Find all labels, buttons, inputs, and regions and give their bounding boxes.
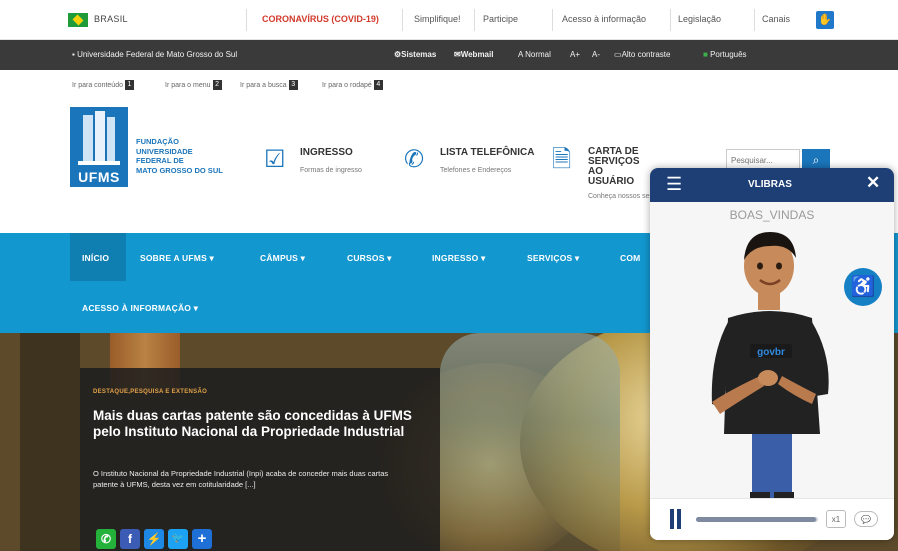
check-document-icon: ☑ bbox=[264, 146, 286, 173]
vlibras-header: ☰ VLIBRAS ✕ bbox=[650, 168, 894, 202]
font-normal-button[interactable]: A Normal bbox=[518, 50, 551, 59]
simplifique-link[interactable]: Simplifique! bbox=[414, 14, 461, 24]
nav-item-sobre[interactable]: SOBRE A UFMS ▾ bbox=[140, 253, 214, 264]
divider bbox=[474, 9, 475, 31]
speed-button[interactable]: x1 bbox=[826, 510, 846, 528]
high-contrast-button[interactable]: ▭Alto contraste bbox=[614, 50, 670, 59]
logo-acronym: UFMS bbox=[78, 169, 120, 185]
nav-item-comunicacao[interactable]: COM bbox=[620, 253, 640, 263]
vlibras-widget: ☰ VLIBRAS ✕ BOAS_VINDAS govbr ♿ x1 💬 bbox=[650, 168, 894, 540]
language-select[interactable]: ■ Português bbox=[703, 50, 747, 59]
nav-item-cursos[interactable]: CURSOS ▾ bbox=[347, 253, 392, 264]
phone-icon: ✆ bbox=[404, 146, 425, 173]
background-shape bbox=[440, 333, 620, 551]
divider bbox=[246, 9, 247, 31]
sistemas-link[interactable]: ⚙Sistemas bbox=[394, 50, 436, 59]
divider bbox=[402, 9, 403, 31]
nav-item-acesso-informacao[interactable]: ACESSO À INFORMAÇÃO ▾ bbox=[82, 303, 198, 314]
skip-link-content[interactable]: Ir para conteúdo 1 bbox=[72, 80, 134, 90]
logo-tower bbox=[107, 117, 115, 163]
document-icon: 🗎 bbox=[552, 146, 572, 173]
page: BRASIL CORONAVÍRUS (COVID-19) Simplifiqu… bbox=[0, 0, 898, 551]
background-shape bbox=[20, 333, 80, 551]
avatar-shirt-text: govbr bbox=[757, 347, 785, 358]
news-category[interactable]: DESTAQUE,PESQUISA E EXTENSÃO bbox=[93, 389, 207, 395]
sign-gloss-text: BOAS_VINDAS bbox=[729, 208, 815, 222]
close-icon[interactable]: ✕ bbox=[866, 174, 880, 192]
brazil-flag-icon bbox=[68, 13, 88, 27]
quick-link-title: LISTA TELEFÔNICA bbox=[440, 147, 535, 158]
subtitles-icon[interactable]: 💬 bbox=[854, 511, 878, 527]
avatar-eye bbox=[757, 262, 763, 270]
news-excerpt: O Instituto Nacional da Propriedade Indu… bbox=[93, 469, 389, 489]
quick-link-subtitle: Telefones e Endereços bbox=[440, 167, 512, 174]
quick-link-subtitle: Conheça nossos serv bbox=[588, 193, 656, 200]
twitter-icon[interactable]: 🐦 bbox=[168, 529, 188, 549]
vlibras-controls: x1 💬 bbox=[650, 498, 894, 540]
flag-icon: ■ bbox=[703, 50, 708, 59]
avatar-hands bbox=[758, 370, 778, 386]
font-increase-button[interactable]: A+ bbox=[570, 50, 580, 59]
skip-link-menu[interactable]: Ir para o menu 2 bbox=[165, 80, 222, 90]
institution-link[interactable]: ▪ Universidade Federal de Mato Grosso do… bbox=[72, 50, 237, 59]
font-decrease-button[interactable]: A- bbox=[592, 50, 600, 59]
nav-item-servicos[interactable]: SERVIÇOS ▾ bbox=[527, 253, 579, 264]
nav-item-ingresso[interactable]: INGRESSO ▾ bbox=[432, 253, 486, 264]
divider bbox=[754, 9, 755, 31]
legislacao-link[interactable]: Legislação bbox=[678, 14, 721, 24]
covid-link[interactable]: CORONAVÍRUS (COVID-19) bbox=[262, 14, 379, 24]
hand-accessibility-icon[interactable]: ✋ bbox=[816, 11, 834, 29]
logo-tower bbox=[95, 111, 105, 163]
search-icon: ⌕ bbox=[812, 153, 820, 167]
hamburger-menu-icon[interactable]: ☰ bbox=[666, 175, 682, 193]
progress-track[interactable] bbox=[696, 517, 818, 522]
nav-item-inicio[interactable]: INÍCIO bbox=[82, 253, 109, 263]
logo-base bbox=[78, 161, 120, 165]
share-plus-icon[interactable]: + bbox=[192, 529, 212, 549]
accessibility-bar: ▪ Universidade Federal de Mato Grosso do… bbox=[0, 40, 898, 70]
news-panel bbox=[80, 368, 440, 551]
skip-link-footer[interactable]: Ir para o rodapé 4 bbox=[322, 80, 383, 90]
logo-tower bbox=[83, 115, 93, 163]
accessibility-icon[interactable]: ♿ bbox=[844, 268, 882, 306]
participe-link[interactable]: Participe bbox=[483, 14, 518, 24]
webmail-link[interactable]: ✉Webmail bbox=[454, 50, 493, 59]
ufms-logo[interactable]: UFMS bbox=[70, 107, 128, 187]
avatar-pants bbox=[752, 426, 792, 498]
quick-link-title: CARTA DE SERVIÇOS AO USUÁRIO bbox=[588, 146, 640, 187]
gov-top-bar: BRASIL CORONAVÍRUS (COVID-19) Simplifiqu… bbox=[0, 0, 898, 40]
messenger-icon[interactable]: ⚡ bbox=[144, 529, 164, 549]
skip-link-search[interactable]: Ir para a busca 3 bbox=[240, 80, 298, 90]
whatsapp-icon[interactable]: ✆ bbox=[96, 529, 116, 549]
acesso-informacao-link[interactable]: Acesso à informação bbox=[562, 14, 646, 24]
sign-language-avatar: govbr bbox=[711, 232, 829, 498]
nav-item-campus[interactable]: CÂMPUS ▾ bbox=[260, 253, 305, 264]
canais-link[interactable]: Canais bbox=[762, 14, 790, 24]
pause-icon[interactable] bbox=[670, 509, 682, 529]
progress-fill bbox=[696, 517, 816, 522]
vlibras-title: VLIBRAS bbox=[748, 179, 792, 190]
avatar-eye bbox=[776, 262, 782, 270]
gov-brasil-link[interactable]: BRASIL bbox=[94, 14, 128, 24]
news-headline[interactable]: Mais duas cartas patente são concedidas … bbox=[93, 408, 428, 440]
divider bbox=[552, 9, 553, 31]
quick-link-subtitle: Formas de ingresso bbox=[300, 167, 362, 174]
quick-link-title: INGRESSO bbox=[300, 147, 353, 158]
facebook-icon[interactable]: f bbox=[120, 529, 140, 549]
divider bbox=[670, 9, 671, 31]
logo-name[interactable]: FUNDAÇÃO UNIVERSIDADE FEDERAL DE MATO GR… bbox=[136, 137, 256, 175]
